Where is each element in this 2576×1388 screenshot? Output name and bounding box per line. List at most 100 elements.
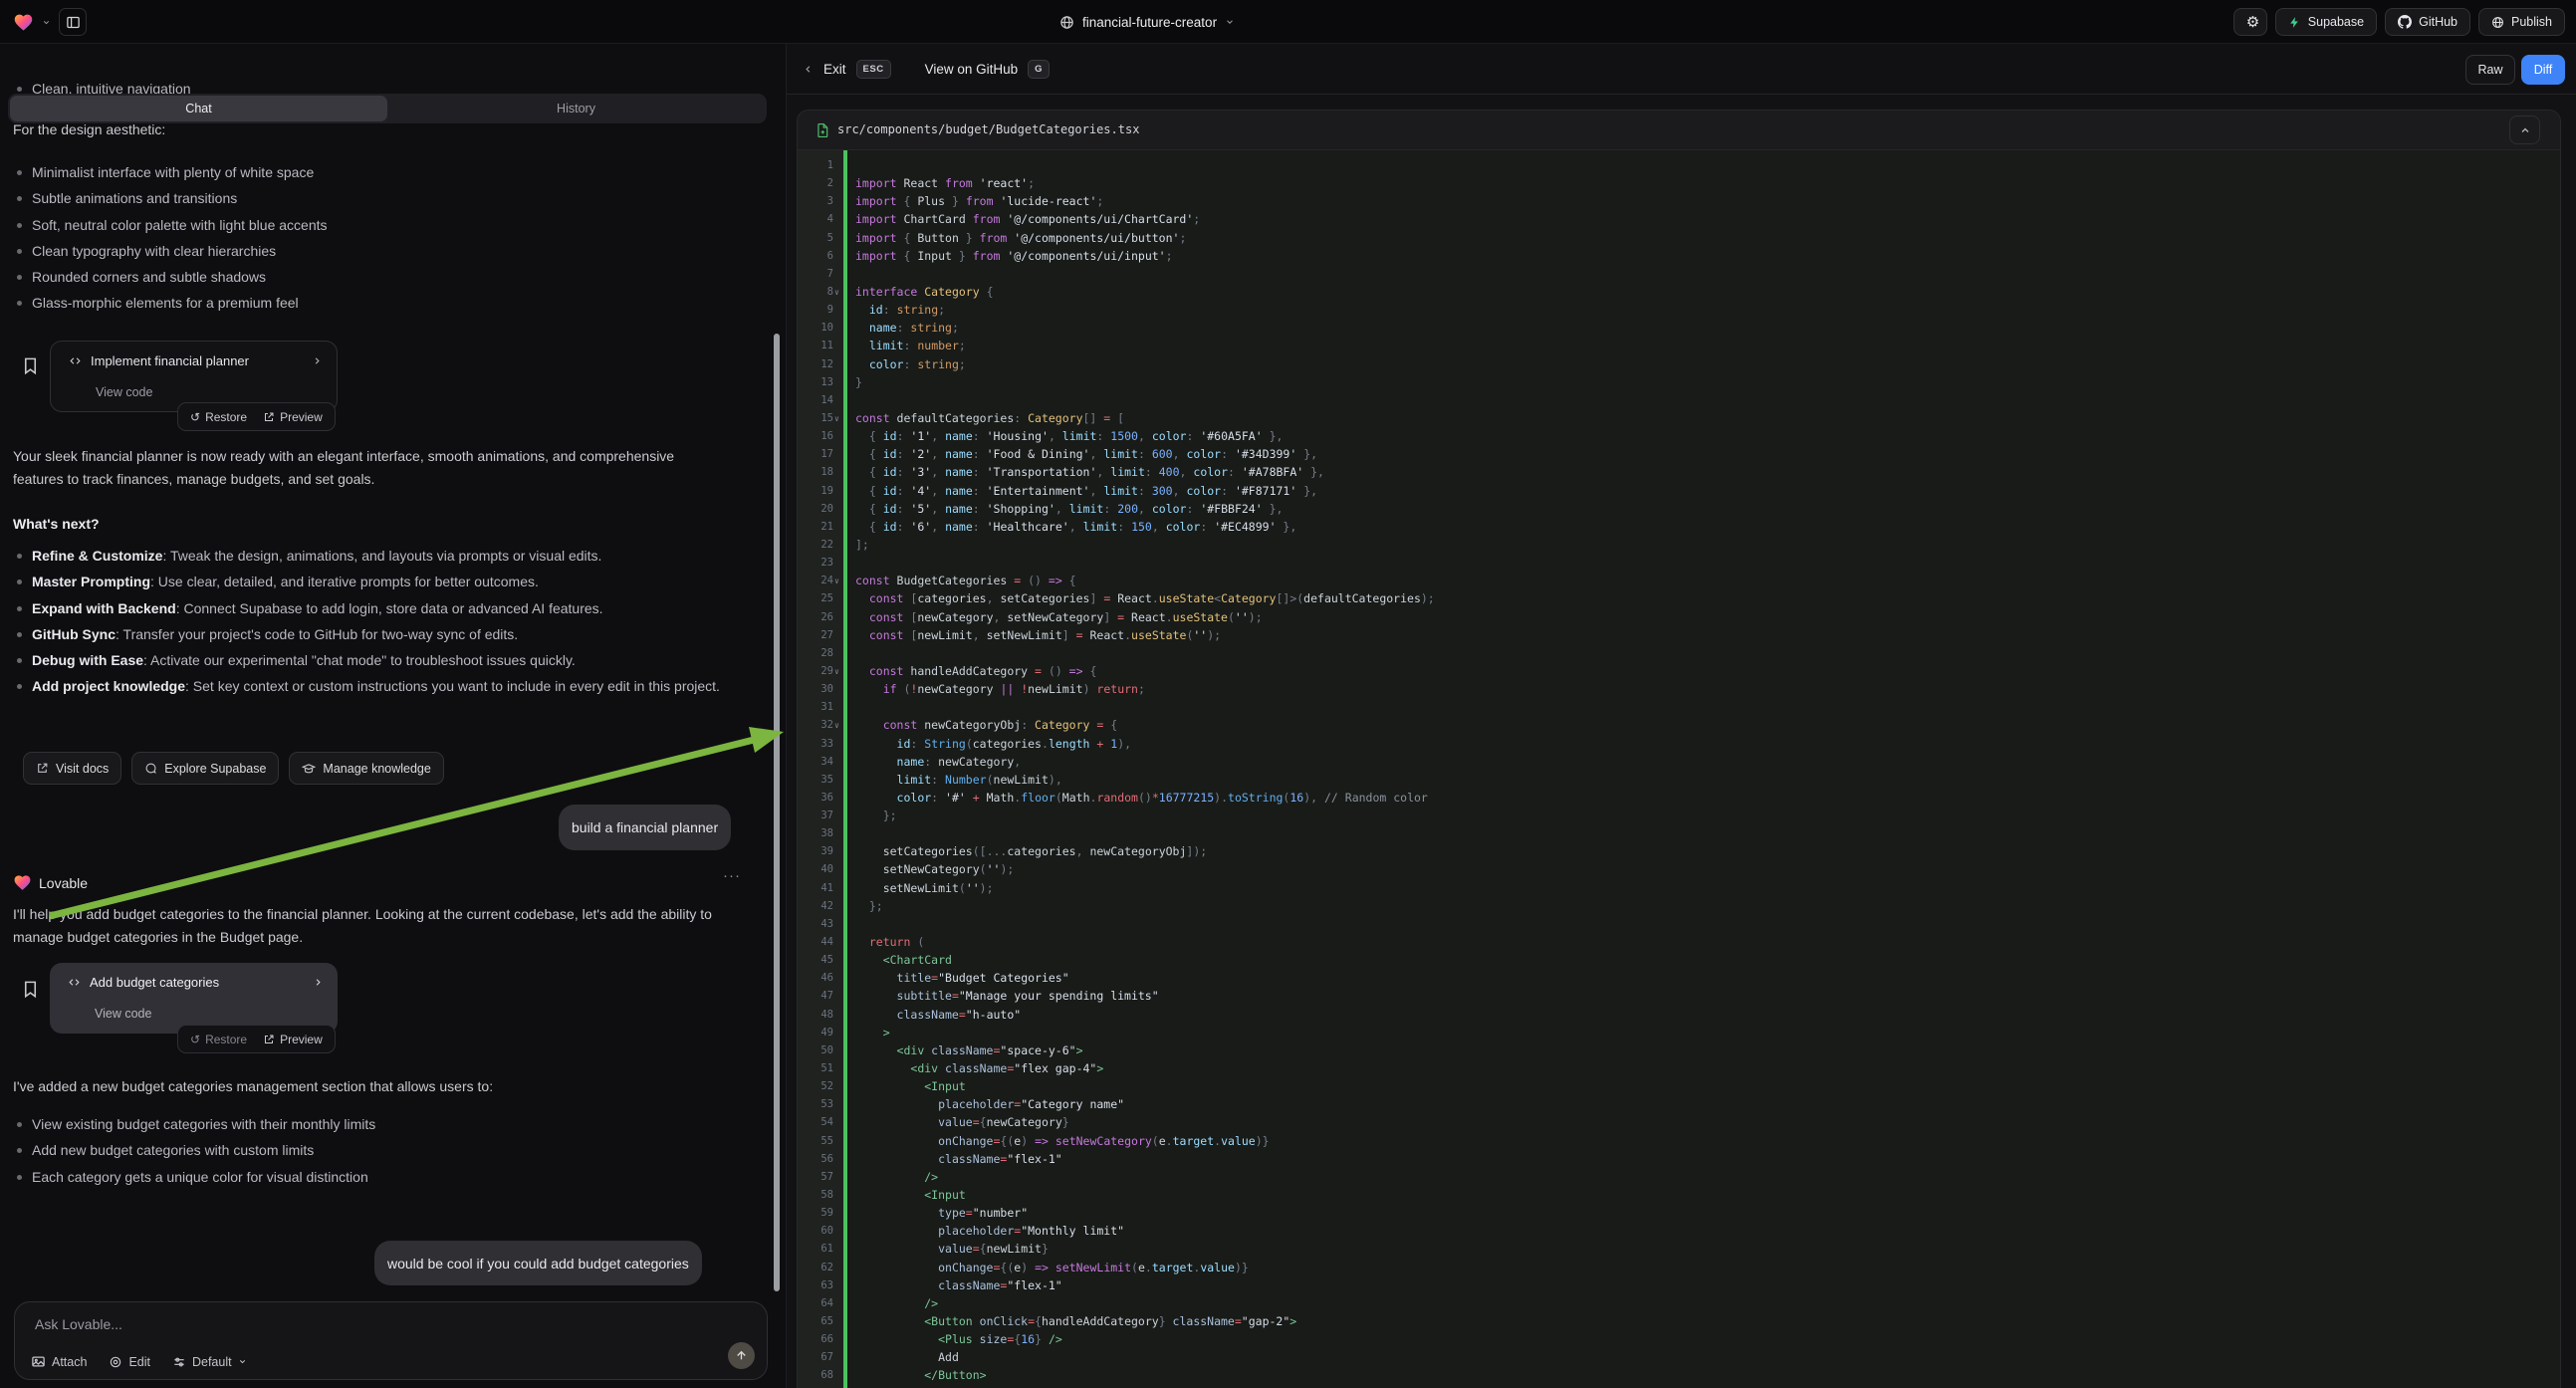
chevron-up-icon: [2519, 124, 2531, 136]
workspace-chevron-down-icon[interactable]: [42, 18, 51, 27]
code-line: 18 { id: '3', name: 'Transportation', li…: [798, 463, 2560, 481]
target-icon: [109, 1355, 122, 1369]
user-message-bubble: build a financial planner: [559, 805, 731, 850]
fold-chevron-icon[interactable]: ∨: [834, 717, 844, 735]
code-line: 41 setNewLimit('');: [798, 879, 2560, 897]
preview-button[interactable]: Preview: [257, 410, 329, 424]
version-actions-pill: ↺Restore Preview: [177, 1025, 336, 1053]
code-line: 21 { id: '6', name: 'Healthcare', limit:…: [798, 518, 2560, 536]
code-line: 24∨const BudgetCategories = () => {: [798, 572, 2560, 589]
send-button[interactable]: [728, 1342, 755, 1369]
top-bar: financial-future-creator ⚙ Supabase GitH…: [0, 0, 2576, 44]
chat-scrollbar-thumb[interactable]: [774, 334, 780, 1291]
bookmark-icon[interactable]: [21, 980, 40, 999]
external-link-icon: [36, 762, 49, 775]
explore-supabase-button[interactable]: Explore Supabase: [131, 752, 279, 785]
raw-toggle-button[interactable]: Raw: [2465, 55, 2515, 85]
code-line: 48 className="h-auto": [798, 1006, 2560, 1024]
preview-button[interactable]: Preview: [257, 1033, 329, 1046]
code-line: 17 { id: '2', name: 'Food & Dining', lim…: [798, 445, 2560, 463]
message-menu-button[interactable]: ···: [723, 867, 741, 884]
list-item: Master Prompting: Use clear, detailed, a…: [15, 569, 738, 594]
prompt-input[interactable]: Ask Lovable... Attach Edit Default: [14, 1301, 768, 1380]
prompt-placeholder: Ask Lovable...: [35, 1316, 122, 1332]
settings-button[interactable]: ⚙: [2233, 8, 2267, 36]
fold-chevron-icon[interactable]: ∨: [834, 284, 844, 302]
code-line: 39 setCategories([...categories, newCate…: [798, 842, 2560, 860]
lovable-avatar-heart-icon: [13, 873, 32, 892]
code-line: 35 limit: Number(newLimit),: [798, 771, 2560, 789]
edit-mode-button[interactable]: Edit: [109, 1355, 150, 1369]
code-line: 15∨const defaultCategories: Category[] =…: [798, 409, 2560, 427]
assistant-paragraph: I'll help you add budget categories to t…: [13, 903, 740, 948]
view-code-link[interactable]: View code: [95, 1007, 151, 1021]
fold-chevron-icon[interactable]: ∨: [834, 410, 844, 428]
chat-history-tabs: Chat History: [8, 94, 767, 123]
feature-bullet-list: View existing budget categories with the…: [15, 1111, 752, 1190]
restore-button[interactable]: ↺Restore: [184, 1033, 253, 1046]
quick-action-row: Visit docs Explore Supabase Manage knowl…: [23, 752, 444, 785]
fold-chevron-icon[interactable]: ∨: [834, 663, 844, 681]
code-line: 65 <Button onClick={handleAddCategory} c…: [798, 1312, 2560, 1330]
publish-button[interactable]: Publish: [2478, 8, 2565, 36]
code-line: 3import { Plus } from 'lucide-react';: [798, 192, 2560, 210]
code-line: 29∨ const handleAddCategory = () => {: [798, 662, 2560, 680]
file-header[interactable]: src/components/budget/BudgetCategories.t…: [798, 111, 2560, 150]
code-line: 10 name: string;: [798, 319, 2560, 337]
chevron-down-icon: [238, 1357, 247, 1366]
version-card-add-budget-categories[interactable]: Add budget categories View code: [50, 963, 338, 1034]
sidebar-toggle-button[interactable]: [59, 8, 87, 36]
github-button[interactable]: GitHub: [2385, 8, 2470, 36]
code-line: 1: [798, 156, 2560, 174]
code-line: 36 color: '#' + Math.floor(Math.random()…: [798, 789, 2560, 807]
exit-button[interactable]: Exit: [823, 62, 846, 77]
code-line: 38: [798, 824, 2560, 842]
view-code-link[interactable]: View code: [96, 385, 152, 399]
code-line: 12 color: string;: [798, 355, 2560, 373]
code-line: 7: [798, 265, 2560, 283]
fold-chevron-icon[interactable]: ∨: [834, 573, 844, 590]
list-item: Add new budget categories with custom li…: [15, 1137, 752, 1163]
tab-history[interactable]: History: [387, 96, 765, 121]
model-selector[interactable]: Default: [172, 1355, 247, 1369]
list-item: Minimalist interface with plenty of whit…: [15, 159, 764, 185]
manage-knowledge-button[interactable]: Manage knowledge: [289, 752, 443, 785]
code-line: 16 { id: '1', name: 'Housing', limit: 15…: [798, 427, 2560, 445]
restore-icon: ↺: [190, 411, 200, 423]
code-line: 61 value={newLimit}: [798, 1240, 2560, 1258]
whats-next-heading: What's next?: [13, 516, 100, 532]
attach-button[interactable]: Attach: [31, 1354, 87, 1369]
panel-left-icon: [66, 15, 81, 30]
chevron-left-icon[interactable]: [803, 64, 814, 75]
lovable-logo-heart-icon[interactable]: [13, 12, 34, 33]
code-line: 32∨ const newCategoryObj: Category = {: [798, 716, 2560, 734]
code-line: 45 <ChartCard: [798, 951, 2560, 969]
restore-button[interactable]: ↺Restore: [184, 410, 253, 424]
code-line: 9 id: string;: [798, 301, 2560, 319]
code-line: 28: [798, 644, 2560, 662]
diff-toggle-button[interactable]: Diff: [2521, 55, 2565, 85]
chevron-right-icon: [313, 977, 324, 988]
project-title: financial-future-creator: [1082, 15, 1217, 30]
code-line: 22];: [798, 536, 2560, 554]
project-chevron-down-icon: [1225, 17, 1235, 27]
tab-chat[interactable]: Chat: [10, 96, 387, 121]
gear-icon: ⚙: [2246, 13, 2259, 31]
code-line: 20 { id: '5', name: 'Shopping', limit: 2…: [798, 500, 2560, 518]
code-line: 51 <div className="flex gap-4">: [798, 1059, 2560, 1077]
code-line: 25 const [categories, setCategories] = R…: [798, 589, 2560, 607]
bookmark-icon[interactable]: [21, 356, 40, 375]
collapse-file-button[interactable]: [2509, 116, 2540, 144]
version-card-title: Implement financial planner: [91, 353, 249, 368]
code-line: 13}: [798, 373, 2560, 391]
view-on-github-button[interactable]: View on GitHub: [925, 62, 1019, 77]
code-line: 6import { Input } from '@/components/ui/…: [798, 247, 2560, 265]
code-editor[interactable]: 12import React from 'react';3import { Pl…: [798, 150, 2560, 1388]
supabase-bolt-icon: [2288, 16, 2301, 29]
external-link-icon: [263, 1034, 275, 1045]
code-header-bar: Exit ESC View on GitHub G Raw Diff: [787, 44, 2576, 95]
code-line: 26 const [newCategory, setNewCategory] =…: [798, 608, 2560, 626]
project-switcher[interactable]: financial-future-creator: [1059, 0, 1235, 44]
visit-docs-button[interactable]: Visit docs: [23, 752, 121, 785]
supabase-button[interactable]: Supabase: [2275, 8, 2377, 36]
